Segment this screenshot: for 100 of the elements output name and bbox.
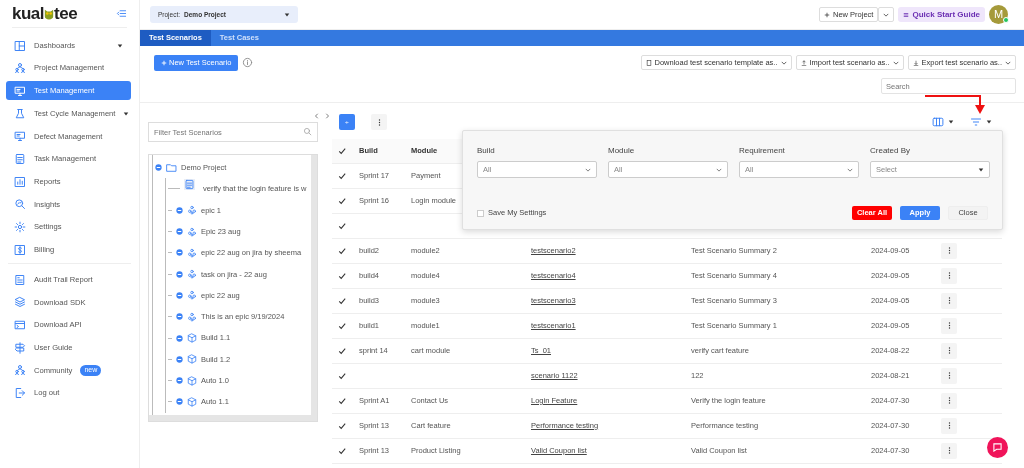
upload-icon [800,59,807,66]
terminal-icon [14,319,26,332]
kebab-icon [947,447,951,454]
kebab-icon [377,118,381,126]
checkbox[interactable] [338,371,346,380]
checkbox[interactable] [338,321,346,330]
checkbox[interactable] [338,196,346,205]
checkbox[interactable] [338,221,346,230]
chat-button[interactable] [987,437,1008,458]
checkbox[interactable] [338,446,346,455]
field-label: Module [608,145,636,157]
checkbox[interactable] [338,246,346,255]
layers-icon [14,296,26,309]
collapse-toggle[interactable] [155,164,162,172]
info-icon [242,57,254,68]
checkbox[interactable] [338,271,346,280]
folder-icon [166,162,177,174]
collapse-toggle[interactable] [176,377,183,385]
arrow-left-icon [345,118,349,126]
checkbox[interactable] [338,421,346,430]
checkbox[interactable] [338,171,346,180]
kebab-icon [947,372,951,379]
cluster-icon [187,311,197,322]
search-icon [303,127,312,136]
chat-icon [993,443,1002,452]
plus-icon [161,60,167,67]
list-icon [903,11,910,18]
cluster-icon [187,226,197,237]
columns-button[interactable] [932,116,954,128]
kebab-icon [947,347,951,354]
collapse-toggle[interactable] [176,355,183,363]
logo-text: kual [12,5,45,22]
collapse-toggle[interactable] [176,334,183,342]
field-label: Requirement [739,145,786,157]
monitor-icon [14,130,26,143]
annotation-arrow [924,93,986,115]
caret-icon [978,166,984,173]
filter-button[interactable] [970,116,992,128]
kebab-icon [947,397,951,404]
checklist-icon [14,152,26,165]
layout-icon [14,39,26,52]
flask-icon [14,107,26,120]
chevron-down-icon [716,166,722,173]
cluster-icon [187,269,197,280]
kebab-icon [947,297,951,304]
caret-icon [123,110,130,117]
cube-icon [187,333,197,343]
people-icon [14,62,26,75]
kebab-icon [947,247,951,254]
caret-icon [117,42,123,49]
filter-icon [970,116,982,128]
checklist-icon [184,179,195,191]
signpost-icon [14,341,26,354]
logo-text: tee [54,5,78,22]
cluster-icon [187,205,197,216]
magnifier-icon [14,198,26,211]
back-button[interactable] [339,114,355,130]
chevron-down-icon [780,59,787,66]
collapse-toggle[interactable] [176,313,183,321]
scrollbar[interactable] [311,155,317,417]
collapse-toggle[interactable] [176,249,183,257]
chart-icon [14,175,26,188]
chevron-down-icon [847,166,853,173]
menu-collapse-icon [116,8,127,19]
gear-icon [14,221,26,233]
kebab-icon [947,322,951,329]
cube-icon [187,396,197,407]
caret-icon [284,11,290,18]
caret-icon [986,119,992,125]
cube-icon [187,354,197,365]
checkbox[interactable] [338,346,346,355]
quick-start-button[interactable]: Quick Start Guide [898,7,985,22]
people-icon [14,364,26,377]
collapse-toggle[interactable] [176,291,183,299]
kebab-icon [947,272,951,279]
collapse-toggle[interactable] [176,270,183,278]
cluster-icon [187,290,197,301]
collapse-toggle[interactable] [176,206,183,214]
dollar-icon [14,243,26,256]
collapse-toggle[interactable] [176,228,183,236]
checkbox[interactable] [338,296,346,305]
cluster-icon [187,247,197,258]
field-label: Created By [870,145,912,157]
download-icon [912,59,919,66]
checkbox[interactable] [338,396,346,405]
caret-icon [948,119,954,125]
scrollbar[interactable] [149,415,317,421]
cube-icon [187,375,197,386]
chevron-down-icon [892,59,899,66]
chevron-down-icon [585,166,591,173]
columns-icon [932,116,944,128]
owl-icon [44,7,55,20]
collapse-toggle[interactable] [176,398,183,406]
monitor-icon [14,84,26,97]
chevron-down-icon [1005,59,1011,66]
field-label: Build [477,145,496,157]
plus-icon [824,11,830,18]
kebab-icon [947,422,951,429]
checkbox[interactable] [338,147,346,156]
logout-icon [14,387,26,400]
